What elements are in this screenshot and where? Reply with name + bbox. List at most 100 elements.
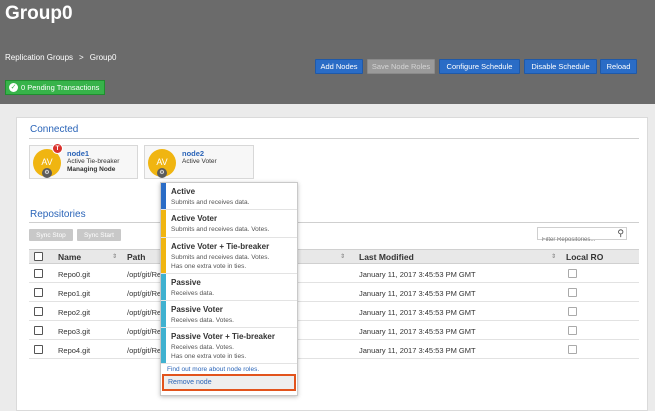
select-all-checkbox[interactable]: [34, 252, 43, 261]
column-header-path[interactable]: Path: [127, 252, 145, 262]
filter-repositories[interactable]: ⚲: [537, 227, 627, 246]
remove-node-button[interactable]: Remove node: [162, 374, 296, 391]
role-description: Has one extra vote in ties.: [171, 353, 247, 360]
repo-path: /opt/git/Re: [127, 308, 162, 317]
table-row[interactable]: Repo3.git /opt/git/Re January 11, 2017 3…: [29, 321, 639, 340]
save-node-roles-button[interactable]: Save Node Roles: [367, 59, 435, 74]
column-header-local-ro[interactable]: Local RO: [566, 252, 603, 262]
role-color-bar: [161, 328, 166, 363]
role-title: Active Voter + Tie-breaker: [171, 242, 270, 251]
page-title: Group0: [5, 3, 73, 24]
breadcrumb: Replication Groups > Group0: [5, 53, 116, 62]
tie-breaker-badge-icon: T: [52, 143, 63, 154]
sort-icon[interactable]: ⇕: [551, 253, 556, 260]
role-description: Submits and receives data. Votes.: [171, 226, 270, 233]
avatar-initials: AV: [41, 157, 53, 167]
sort-icon[interactable]: ⇕: [112, 253, 117, 260]
breadcrumb-replication-groups[interactable]: Replication Groups: [5, 53, 73, 62]
local-ro-checkbox[interactable]: [568, 307, 577, 316]
node-role: Active Tie-breaker: [67, 158, 120, 165]
role-title: Active Voter: [171, 214, 218, 223]
repo-name: Repo1.git: [58, 289, 91, 298]
role-option-passive-voter-tie-breaker[interactable]: Passive Voter + Tie-breaker Receives dat…: [161, 328, 297, 364]
gear-icon[interactable]: ⚙: [42, 168, 52, 178]
local-ro-checkbox[interactable]: [568, 326, 577, 335]
repo-path: /opt/git/Re: [127, 346, 162, 355]
repo-last-modified: January 11, 2017 3:45:53 PM GMT: [359, 346, 476, 355]
repo-path: /opt/git/Re: [127, 289, 162, 298]
row-checkbox[interactable]: [34, 326, 43, 335]
table-row[interactable]: Repo4.git /opt/git/Re January 11, 2017 3…: [29, 340, 639, 359]
role-color-bar: [161, 301, 166, 327]
reload-button[interactable]: Reload: [600, 59, 637, 74]
role-description: Submits and receives data.: [171, 199, 250, 206]
node-role-menu: Active Submits and receives data. Active…: [160, 182, 298, 396]
repo-name: Repo0.git: [58, 270, 91, 279]
remove-node-label: Remove node: [168, 379, 212, 386]
connected-section-title: Connected: [30, 124, 79, 135]
table-row[interactable]: Repo2.git /opt/git/Re January 11, 2017 3…: [29, 302, 639, 321]
pending-transactions-badge[interactable]: ✓ 0 Pending Transactions: [5, 80, 106, 95]
repositories-table-header: [29, 249, 639, 264]
repo-path: /opt/git/Re: [127, 270, 162, 279]
repo-name: Repo4.git: [58, 346, 91, 355]
sync-stop-button[interactable]: Sync Stop: [29, 229, 73, 241]
local-ro-checkbox[interactable]: [568, 288, 577, 297]
add-nodes-button[interactable]: Add Nodes: [315, 59, 363, 74]
role-description: Has one extra vote in ties.: [171, 263, 247, 270]
node-avatar[interactable]: AV ⚙: [148, 149, 176, 178]
repo-last-modified: January 11, 2017 3:45:53 PM GMT: [359, 308, 476, 317]
sort-icon[interactable]: ⇕: [340, 253, 345, 260]
column-header-last-modified[interactable]: Last Modified: [359, 252, 414, 262]
configure-schedule-button[interactable]: Configure Schedule: [439, 59, 520, 74]
repositories-divider: [29, 222, 639, 223]
disable-schedule-button[interactable]: Disable Schedule: [524, 59, 597, 74]
check-circle-icon: ✓: [9, 83, 18, 92]
column-header-name[interactable]: Name: [58, 252, 81, 262]
repo-path: /opt/git/Re: [127, 327, 162, 336]
role-title: Active: [171, 187, 196, 196]
role-description: Receives data. Votes.: [171, 344, 234, 351]
sync-start-button[interactable]: Sync Start: [77, 229, 121, 241]
role-color-bar: [161, 238, 166, 273]
node-card-node2[interactable]: AV ⚙ node2 Active Voter: [144, 145, 254, 179]
gear-icon[interactable]: ⚙: [157, 168, 167, 178]
row-checkbox[interactable]: [34, 288, 43, 297]
learn-more-node-roles-link[interactable]: Find out more about node roles.: [167, 366, 259, 373]
filter-repositories-input[interactable]: [538, 234, 608, 246]
role-option-passive-voter[interactable]: Passive Voter Receives data. Votes.: [161, 301, 297, 328]
row-checkbox[interactable]: [34, 345, 43, 354]
pending-transactions-label: 0 Pending Transactions: [21, 83, 100, 92]
node-card-node1[interactable]: AV ⚙ T node1 Active Tie-breaker Managing…: [29, 143, 138, 179]
managing-node-label: Managing Node: [67, 166, 116, 173]
repo-name: Repo3.git: [58, 327, 91, 336]
role-title: Passive Voter + Tie-breaker: [171, 332, 275, 341]
role-option-passive[interactable]: Passive Receives data.: [161, 274, 297, 301]
role-description: Receives data.: [171, 290, 214, 297]
role-title: Passive Voter: [171, 305, 223, 314]
node-name[interactable]: node2: [182, 149, 204, 158]
repo-last-modified: January 11, 2017 3:45:53 PM GMT: [359, 289, 476, 298]
search-icon[interactable]: ⚲: [617, 228, 624, 239]
repo-last-modified: January 11, 2017 3:45:53 PM GMT: [359, 327, 476, 336]
role-color-bar: [161, 210, 166, 237]
role-color-bar: [161, 274, 166, 300]
app-window: Group0 Replication Groups > Group0 ✓ 0 Pen…: [0, 0, 655, 411]
repositories-section-title: Repositories: [30, 209, 86, 220]
role-option-active-voter[interactable]: Active Voter Submits and receives data. …: [161, 210, 297, 238]
breadcrumb-separator: >: [79, 53, 84, 62]
table-row[interactable]: Repo0.git /opt/git/Re January 11, 2017 3…: [29, 264, 639, 283]
node-name[interactable]: node1: [67, 149, 89, 158]
role-option-active[interactable]: Active Submits and receives data.: [161, 183, 297, 210]
table-row[interactable]: Repo1.git /opt/git/Re January 11, 2017 3…: [29, 283, 639, 302]
connected-divider: [29, 138, 639, 139]
role-option-active-voter-tie-breaker[interactable]: Active Voter + Tie-breaker Submits and r…: [161, 238, 297, 274]
local-ro-checkbox[interactable]: [568, 269, 577, 278]
repo-name: Repo2.git: [58, 308, 91, 317]
local-ro-checkbox[interactable]: [568, 345, 577, 354]
role-description: Submits and receives data. Votes.: [171, 254, 270, 261]
row-checkbox[interactable]: [34, 269, 43, 278]
page-header: Group0 Replication Groups > Group0 ✓ 0 Pen…: [0, 0, 655, 104]
row-checkbox[interactable]: [34, 307, 43, 316]
breadcrumb-current: Group0: [89, 53, 117, 62]
